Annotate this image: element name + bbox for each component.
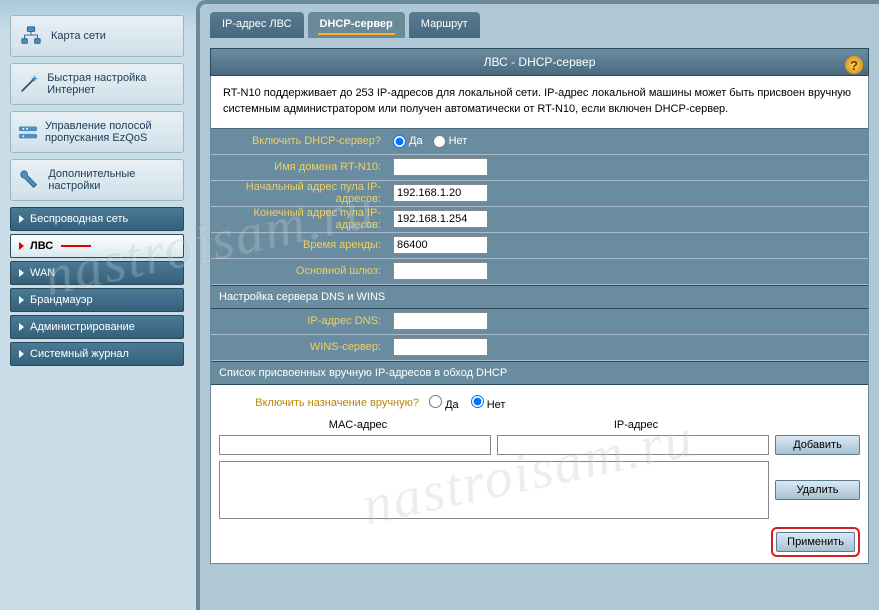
menu-label: Дополнительные настройки xyxy=(48,168,177,192)
lease-input[interactable] xyxy=(393,236,488,254)
tab-dhcp-server[interactable]: DHCP-сервер xyxy=(308,12,405,38)
radio-input[interactable] xyxy=(393,135,406,148)
menu-label: Карта сети xyxy=(51,30,106,42)
main-content: IP-адрес ЛВС DHCP-сервер Маршрут ? ЛВС -… xyxy=(196,0,879,610)
pool-end-label: Конечный адрес пула IP-адресов: xyxy=(211,207,389,232)
tab-label: Маршрут xyxy=(421,18,468,30)
submenu-label: Администрирование xyxy=(30,321,135,333)
menu-advanced[interactable]: Дополнительные настройки xyxy=(10,159,184,201)
submenu-label: ЛВС xyxy=(30,240,53,252)
chevron-icon xyxy=(19,242,24,250)
enable-dhcp-field: Да Нет xyxy=(389,129,868,154)
submenu-label: Системный журнал xyxy=(30,348,129,360)
lease-label: Время аренды: xyxy=(211,233,389,258)
enable-yes-radio[interactable]: Да xyxy=(393,135,423,148)
mac-input[interactable] xyxy=(219,435,491,455)
pool-start-label: Начальный адрес пула IP-адресов: xyxy=(211,181,389,206)
add-button[interactable]: Добавить xyxy=(775,435,860,455)
menu-label: Управление полосой пропускания EzQoS xyxy=(45,120,177,144)
menu-label: Быстрая настройка Интернет xyxy=(47,72,177,96)
mac-column-header: MAC-адрес xyxy=(219,419,497,431)
manual-list-textarea[interactable] xyxy=(219,461,769,519)
apply-button[interactable]: Применить xyxy=(776,532,855,552)
magic-wand-icon xyxy=(17,72,41,96)
network-map-icon xyxy=(17,24,45,48)
manual-columns-header: MAC-адрес IP-адрес xyxy=(219,419,860,431)
submenu-syslog[interactable]: Системный журнал xyxy=(10,342,184,366)
submenu-lan[interactable]: ЛВС xyxy=(10,234,184,258)
pool-start-input[interactable] xyxy=(393,184,488,202)
dns-input[interactable] xyxy=(393,312,488,330)
apply-highlight: Применить xyxy=(771,527,860,557)
domain-label: Имя домена RT-N10: xyxy=(211,155,389,180)
dns-wins-header: Настройка сервера DNS и WINS xyxy=(211,285,868,309)
tools-icon xyxy=(17,168,42,192)
ip-column-header: IP-адрес xyxy=(497,419,775,431)
submenu-firewall[interactable]: Брандмауэр xyxy=(10,288,184,312)
tab-route[interactable]: Маршрут xyxy=(409,12,480,38)
tab-label: IP-адрес ЛВС xyxy=(222,18,292,30)
wins-label: WINS-сервер: xyxy=(211,335,389,360)
chevron-icon xyxy=(19,269,24,277)
gateway-input[interactable] xyxy=(393,262,488,280)
menu-ezqos[interactable]: Управление полосой пропускания EzQoS xyxy=(10,111,184,153)
advanced-submenu: Беспроводная сеть ЛВС WAN Брандмауэр Адм… xyxy=(10,207,184,366)
active-indicator xyxy=(61,245,91,247)
panel-body: RT-N10 поддерживает до 253 IP-адресов дл… xyxy=(210,76,869,564)
manual-no-radio[interactable]: Нет xyxy=(471,395,506,411)
chevron-icon xyxy=(19,323,24,331)
help-icon[interactable]: ? xyxy=(845,56,863,74)
bandwidth-icon xyxy=(17,120,39,144)
active-underline xyxy=(318,33,395,35)
delete-button[interactable]: Удалить xyxy=(775,480,860,500)
tabs: IP-адрес ЛВС DHCP-сервер Маршрут xyxy=(200,12,879,38)
submenu-wireless[interactable]: Беспроводная сеть xyxy=(10,207,184,231)
domain-input[interactable] xyxy=(393,158,488,176)
manual-list-header: Список присвоенных вручную IP-адресов в … xyxy=(211,361,868,385)
manual-yes-radio[interactable]: Да xyxy=(429,395,459,411)
enable-dhcp-label: Включить DHCP-сервер? xyxy=(211,129,389,154)
submenu-label: Брандмауэр xyxy=(30,294,93,306)
tab-label: DHCP-сервер xyxy=(320,18,393,30)
chevron-icon xyxy=(19,350,24,358)
gateway-label: Основной шлюз: xyxy=(211,259,389,284)
submenu-label: Беспроводная сеть xyxy=(30,213,128,225)
manual-enable-label: Включить назначение вручную? xyxy=(219,397,419,409)
panel-intro: RT-N10 поддерживает до 253 IP-адресов дл… xyxy=(211,76,868,129)
menu-network-map[interactable]: Карта сети xyxy=(10,15,184,57)
dns-label: IP-адрес DNS: xyxy=(211,309,389,334)
chevron-icon xyxy=(19,296,24,304)
submenu-admin[interactable]: Администрирование xyxy=(10,315,184,339)
ip-input[interactable] xyxy=(497,435,769,455)
enable-no-radio[interactable]: Нет xyxy=(433,135,468,148)
pool-end-input[interactable] xyxy=(393,210,488,228)
radio-input[interactable] xyxy=(429,395,442,408)
sidebar: Карта сети Быстрая настройка Интернет Уп… xyxy=(10,15,184,369)
radio-input[interactable] xyxy=(433,135,446,148)
menu-quick-setup[interactable]: Быстрая настройка Интернет xyxy=(10,63,184,105)
wins-input[interactable] xyxy=(393,338,488,356)
submenu-wan[interactable]: WAN xyxy=(10,261,184,285)
submenu-label: WAN xyxy=(30,267,55,279)
radio-input[interactable] xyxy=(471,395,484,408)
panel-title: ЛВС - DHCP-сервер xyxy=(210,48,869,76)
tab-lan-ip[interactable]: IP-адрес ЛВС xyxy=(210,12,304,38)
chevron-icon xyxy=(19,215,24,223)
